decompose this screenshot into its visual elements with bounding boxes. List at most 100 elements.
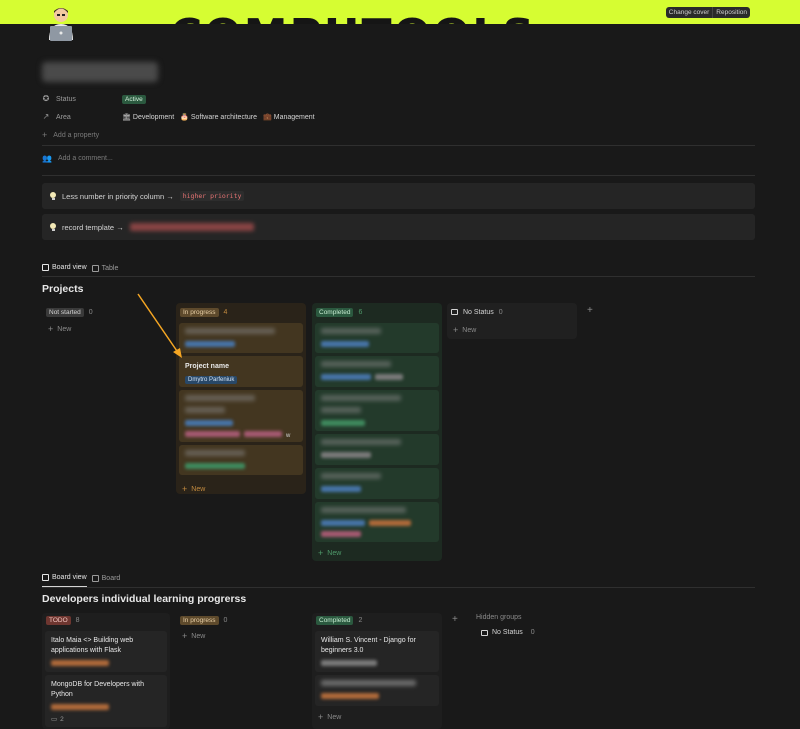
new-card-button[interactable]: + New [447,323,577,337]
inbox-icon [451,309,458,315]
card-tag-blurred [321,452,371,458]
area-management[interactable]: 💼 Management [263,113,315,122]
status-badge[interactable]: Active [122,94,146,104]
new-label: New [191,632,206,640]
column-label[interactable]: Completed [316,307,354,317]
column-count: 8 [75,616,80,624]
column-in-progress: In progress 4 Project name Dmytro Parfen… [176,303,306,494]
board-card[interactable]: w [179,390,303,442]
column-label[interactable]: Completed [316,615,354,625]
comment-count: ▭ 2 [51,715,161,724]
new-label: New [327,549,342,557]
card-title: MongoDB for Developers with Python [51,681,144,698]
comment-icon: ▭ [51,716,58,723]
board-card-project-name[interactable]: Project name Dmytro Parfeniuk [179,356,303,387]
board-card[interactable] [315,502,439,542]
board-card[interactable] [179,323,303,353]
tab-label: Table [101,264,119,272]
board-card[interactable]: Italo Maia <> Building web applications … [45,631,167,672]
divider [42,175,755,176]
callout-text: record template → [62,222,124,232]
plus-icon: + [48,323,54,334]
new-card-button[interactable]: + New [176,629,306,643]
divider [42,145,755,146]
card-tag-blurred [321,660,377,666]
board-card[interactable] [179,445,303,475]
tab-board-view[interactable]: Board view [42,263,87,277]
status-icon: ✪ [42,94,50,103]
column-count: 0 [223,616,228,624]
new-card-button[interactable]: + New [312,710,442,724]
board-card[interactable] [315,356,439,387]
plus-icon: + [453,324,459,335]
inbox-icon [481,629,488,636]
annotation-arrow [137,293,182,358]
card-title-blurred [185,395,255,401]
column-label[interactable]: TODO [46,615,71,625]
cover-title: COMPUTOOLS [170,10,536,24]
plus-icon: + [318,547,324,558]
area-software-architecture[interactable]: 🎂 Software architecture [180,113,257,122]
column-label[interactable]: In progress [180,615,219,625]
card-title: Project name [185,363,229,370]
add-property-button[interactable]: + Add a property [42,126,321,144]
lightbulb-icon [50,222,56,232]
card-tag-blurred [185,463,245,469]
new-label: New [191,485,206,493]
page-cover: COMPUTOOLS Change cover Reposition [0,0,800,24]
plus-icon: + [318,711,324,722]
callout-text: Less number in priority column → [62,191,174,201]
reposition-button[interactable]: Reposition [712,7,750,18]
tab-table[interactable]: Table [91,263,119,277]
column-label[interactable]: No Status [463,309,494,316]
property-area[interactable]: ↗ Area 🏛 Development 🎂 Software architectu… [42,108,321,126]
board-card[interactable] [315,675,439,706]
arrow-up-right-icon: ↗ [42,112,50,121]
hidden-group-count: 0 [530,629,535,636]
board-card[interactable]: William S. Vincent - Django for beginner… [315,631,439,672]
board-card[interactable]: MongoDB for Developers with Python ▭ 2 [45,675,167,727]
plus-icon: + [42,129,48,140]
callout-priority: Less number in priority column → higher … [42,183,755,209]
card-tag-blurred [321,486,361,492]
add-group-button[interactable]: + [587,305,593,316]
card-title-blurred [321,439,401,445]
board-icon [42,574,49,581]
change-cover-button[interactable]: Change cover [666,7,712,18]
board-title: Projects [42,283,84,295]
add-group-button[interactable]: + [452,614,458,625]
person-tag[interactable]: Dmytro Parfeniuk [185,376,238,384]
user-comment-icon: 👥 [42,154,52,163]
card-tag-fragment: w [286,433,291,439]
new-card-button[interactable]: + New [312,546,442,560]
property-status[interactable]: ✪ Status Active [42,90,321,108]
area-development[interactable]: 🏛 Development [122,113,175,122]
plus-icon: + [182,483,188,494]
inline-code-blurred[interactable] [129,223,254,231]
card-tag-blurred [51,704,109,710]
column-label[interactable]: Not started [46,307,84,317]
hidden-groups-label: Hidden groups [476,614,522,621]
tab-board-view[interactable]: Board view [42,573,87,587]
board-card[interactable] [315,434,439,465]
board-card[interactable] [315,468,439,499]
column-completed: Completed 6 + New [312,303,442,561]
board-card[interactable] [315,323,439,353]
board-tabs: Board view Table [42,263,118,277]
page-icon-avatar[interactable] [46,4,76,42]
hidden-group-no-status[interactable]: No Status 0 [481,629,535,636]
column-no-status: No Status 0 + New [447,303,577,339]
page-title-blurred [42,62,158,82]
area-development-label: Development [132,113,175,121]
status-label: Status [56,95,76,103]
column-completed: Completed 2 William S. Vincent - Django … [312,613,442,729]
new-label: New [462,326,477,334]
add-comment[interactable]: 👥 Add a comment... [42,154,113,163]
new-card-button[interactable]: + New [176,482,306,496]
card-title-blurred [321,680,416,686]
briefcase-icon: 💼 [263,114,272,121]
tab-board[interactable]: Board [91,573,120,587]
board-card[interactable] [315,390,439,431]
column-label[interactable]: In progress [180,307,219,317]
divider [42,276,755,277]
